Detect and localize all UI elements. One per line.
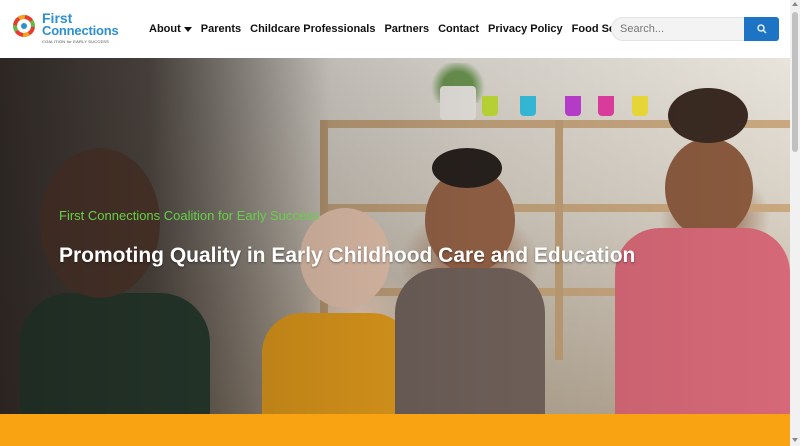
hero-overlay	[0, 58, 790, 414]
logo-icon	[13, 15, 35, 37]
chevron-down-icon	[183, 26, 192, 32]
logo-text-connections: Connections	[42, 23, 119, 38]
search-form	[611, 17, 779, 41]
nav-item-privacy-policy[interactable]: Privacy Policy	[488, 22, 563, 36]
nav-item-childcare-professionals[interactable]: Childcare Professionals	[250, 22, 375, 36]
logo-tagline: COALITION for EARLY SUCCESS	[42, 39, 110, 44]
hero-title: Promoting Quality in Early Childhood Car…	[59, 244, 636, 267]
hero-banner: First Connections Coalition for Early Su…	[0, 58, 790, 414]
nav-item-about[interactable]: About	[149, 22, 192, 36]
hero-subtitle: First Connections Coalition for Early Su…	[59, 208, 320, 223]
scrollbar-thumb[interactable]	[792, 12, 798, 152]
site-logo[interactable]: First Connections COALITION for EARLY SU…	[10, 10, 119, 48]
orange-section-band	[0, 414, 790, 446]
nav-item-parents[interactable]: Parents	[201, 22, 241, 36]
search-button[interactable]	[744, 17, 779, 41]
scroll-up-arrow-icon[interactable]	[792, 2, 798, 6]
nav-item-about-label: About	[149, 23, 181, 35]
search-input[interactable]	[611, 17, 744, 41]
nav-item-partners[interactable]: Partners	[384, 22, 429, 36]
main-nav: About Parents Childcare Professionals Pa…	[149, 22, 654, 36]
search-icon	[756, 24, 766, 34]
site-header: First Connections COALITION for EARLY SU…	[0, 0, 790, 58]
scroll-down-arrow-icon[interactable]	[792, 438, 798, 442]
nav-item-contact[interactable]: Contact	[438, 22, 479, 36]
